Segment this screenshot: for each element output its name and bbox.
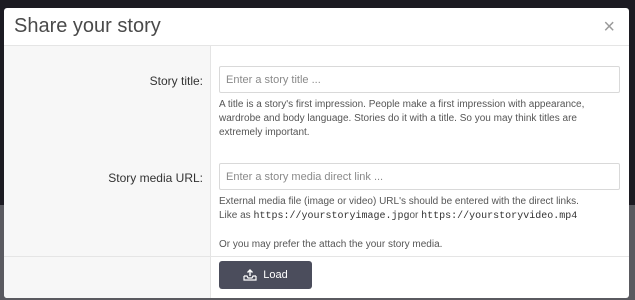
modal-body: Story title: Story media URL: A title is… [4, 46, 629, 256]
media-help-or: or [409, 210, 422, 221]
story-media-url-label: Story media URL: [108, 171, 203, 185]
story-title-input[interactable] [219, 66, 620, 93]
modal-header: Share your story × [4, 8, 629, 46]
story-media-help: External media file (image or video) URL… [219, 195, 614, 252]
load-button-label: Load [263, 269, 288, 281]
footer-label-column [4, 257, 211, 298]
modal-footer: Load [4, 256, 629, 298]
media-help-like: Like as [219, 210, 254, 221]
media-example-image: https://yourstoryimage.jpg [253, 211, 410, 222]
story-title-label: Story title: [149, 74, 203, 88]
story-media-url-input[interactable] [219, 163, 620, 190]
footer-field-column: Load [211, 257, 629, 298]
media-help-examples: Like as https://yourstoryimage.jpgor htt… [219, 209, 614, 224]
load-button[interactable]: Load [219, 261, 312, 289]
media-help-spacer [219, 224, 614, 238]
media-help-attach: Or you may prefer the attach the your st… [219, 239, 443, 250]
media-help-line1: External media file (image or video) URL… [219, 196, 579, 207]
upload-tray-icon [243, 269, 257, 281]
field-column: A title is a story's first impression. P… [211, 46, 629, 256]
share-story-modal: Share your story × Story title: Story me… [4, 8, 629, 298]
media-example-video: https://yourstoryvideo.mp4 [421, 211, 578, 222]
modal-title: Share your story [14, 15, 161, 37]
story-title-help: A title is a story's first impression. P… [219, 99, 585, 138]
label-column: Story title: Story media URL: [4, 46, 211, 256]
close-icon[interactable]: × [603, 17, 619, 37]
